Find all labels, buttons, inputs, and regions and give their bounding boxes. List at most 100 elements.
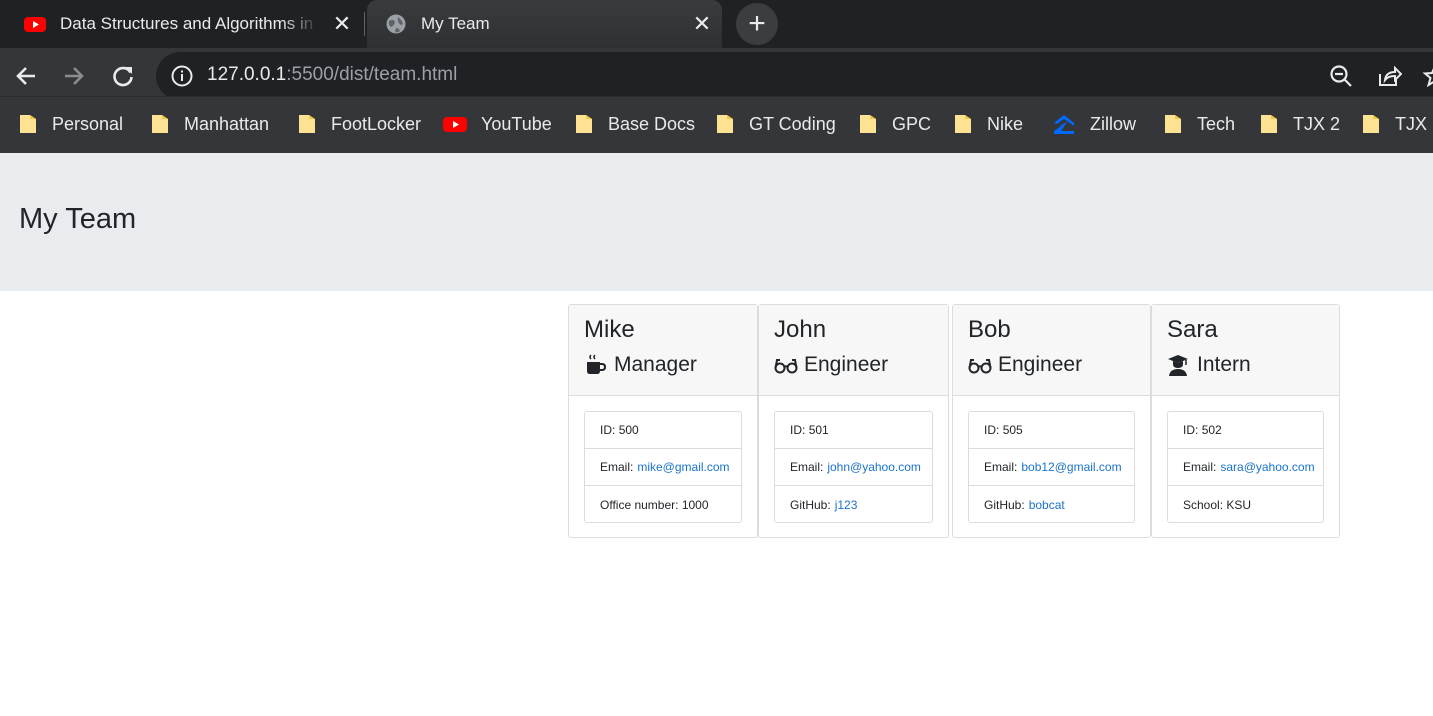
bookmark-label: Nike xyxy=(987,113,1024,134)
id-label: ID: xyxy=(790,423,806,437)
employee-github: GitHub: j123 xyxy=(775,486,932,523)
bookmark-label: TJX 2 xyxy=(1293,113,1341,134)
folder-icon xyxy=(20,115,36,133)
bookmark-star-icon[interactable] xyxy=(1422,63,1433,89)
url-host: 127.0.0.1 xyxy=(207,64,287,85)
bookmark-base-docs[interactable]: Base Docs xyxy=(574,110,695,138)
employee-id: ID: 501 xyxy=(775,412,932,449)
youtube-icon xyxy=(443,117,467,132)
back-button[interactable] xyxy=(12,62,40,90)
tab-title: Data Structures and Algorithms in xyxy=(60,14,314,33)
bookmark-tjx-2[interactable]: TJX 2 xyxy=(1259,110,1340,138)
card-header: Sara Intern xyxy=(1152,305,1339,396)
email-label: Email: xyxy=(600,460,634,474)
reload-button[interactable] xyxy=(109,62,137,90)
info-icon[interactable] xyxy=(170,64,194,88)
tab-separator xyxy=(364,12,365,36)
folder-icon xyxy=(1165,115,1181,133)
employee-card: Sara Intern ID: 502 Email: sara@yahoo.com… xyxy=(1151,304,1340,538)
new-tab-button[interactable]: + xyxy=(736,3,778,45)
office-value: 1000 xyxy=(681,497,709,512)
id-label: ID: xyxy=(1183,423,1199,437)
bookmark-gt-coding[interactable]: GT Coding xyxy=(715,110,836,138)
folder-icon xyxy=(717,115,733,133)
employee-email: Email: mike@gmail.com xyxy=(585,449,741,486)
page-title: My Team xyxy=(19,203,137,235)
share-icon[interactable] xyxy=(1376,63,1402,89)
zillow-icon xyxy=(1054,115,1074,134)
email-link[interactable]: john@yahoo.com xyxy=(827,460,921,474)
github-label: GitHub: xyxy=(790,497,831,512)
bookmark-label: FootLocker xyxy=(331,113,422,134)
employee-details: ID: 500 Email: mike@gmail.com Office numb… xyxy=(584,411,742,523)
coffee-mug-icon xyxy=(587,354,607,374)
bookmark-label: Tech xyxy=(1197,113,1236,134)
card-header: Bob Engineer xyxy=(953,305,1150,396)
tab-my-team[interactable]: My Team ✕ xyxy=(367,0,722,48)
role-label: Manager xyxy=(614,353,697,376)
github-link[interactable]: bobcat xyxy=(1029,498,1065,512)
card-header: John Engineer xyxy=(759,305,948,396)
employee-email: Email: john@yahoo.com xyxy=(775,449,932,486)
id-value: 500 xyxy=(618,423,639,437)
bookmark-youtube[interactable]: YouTube xyxy=(443,110,552,138)
employee-details: ID: 502 Email: sara@yahoo.com School: KSU xyxy=(1167,411,1324,523)
github-link[interactable]: j123 xyxy=(835,498,858,512)
bookmark-tech[interactable]: Tech xyxy=(1163,110,1235,138)
employee-card: Mike Manager ID: 500 Email: mike@gmail.co… xyxy=(568,304,758,538)
employee-school: School: KSU xyxy=(1168,486,1323,523)
folder-icon xyxy=(299,115,315,133)
bookmark-label: GT Coding xyxy=(749,113,836,134)
email-label: Email: xyxy=(1183,460,1217,474)
bookmark-footlocker[interactable]: FootLocker xyxy=(297,110,421,138)
back-arrow-icon xyxy=(16,67,35,85)
email-link[interactable]: mike@gmail.com xyxy=(637,460,729,474)
bookmark-gpc[interactable]: GPC xyxy=(858,110,931,138)
bookmark-label: Zillow xyxy=(1090,113,1137,134)
employee-name: John xyxy=(774,316,827,343)
bookmark-label: Base Docs xyxy=(608,113,696,134)
id-label: ID: xyxy=(600,423,616,437)
employee-office: Office number: 1000 xyxy=(585,486,741,523)
bookmark-personal[interactable]: Personal xyxy=(18,110,123,138)
school-label: School: xyxy=(1183,497,1224,512)
bookmark-tjx[interactable]: TJX xyxy=(1361,110,1427,138)
employee-role: Engineer xyxy=(774,353,888,377)
bookmark-zillow[interactable]: Zillow xyxy=(1052,110,1136,138)
graduate-icon xyxy=(1168,355,1188,376)
bookmark-label: TJX xyxy=(1395,113,1428,134)
email-link[interactable]: sara@yahoo.com xyxy=(1220,460,1314,474)
office-label: Office number: xyxy=(600,497,679,512)
id-value: 502 xyxy=(1201,423,1222,437)
page-header xyxy=(0,153,1433,291)
forward-button[interactable] xyxy=(60,62,88,90)
glasses-icon xyxy=(968,359,992,374)
close-tab-icon[interactable]: ✕ xyxy=(332,11,352,36)
github-label: GitHub: xyxy=(984,497,1025,512)
bookmark-nike[interactable]: Nike xyxy=(953,110,1023,138)
folder-icon xyxy=(860,115,876,133)
bookmark-label: GPC xyxy=(892,113,932,134)
bookmark-manhattan[interactable]: Manhattan xyxy=(150,110,269,138)
role-label: Engineer xyxy=(804,353,889,376)
email-link[interactable]: bob12@gmail.com xyxy=(1021,460,1121,474)
reload-icon xyxy=(113,66,133,87)
tab-data-structures[interactable]: Data Structures and Algorithms in ✕ xyxy=(0,0,362,48)
url-path: :5500/dist/team.html xyxy=(286,64,458,85)
id-value: 501 xyxy=(808,423,829,437)
employee-name: Sara xyxy=(1167,316,1218,343)
email-label: Email: xyxy=(984,460,1018,474)
glasses-icon xyxy=(774,359,798,374)
url-text[interactable]: 127.0.0.1:5500/dist/team.html xyxy=(207,64,457,86)
bookmarks-bar: Personal Manhattan FootLocker YouTube Ba… xyxy=(0,96,1433,153)
card-header: Mike Manager xyxy=(569,305,757,396)
close-tab-icon[interactable]: ✕ xyxy=(692,11,712,36)
employee-role: Engineer xyxy=(968,353,1082,377)
employee-email: Email: bob12@gmail.com xyxy=(969,449,1134,486)
employee-id: ID: 502 xyxy=(1168,412,1323,449)
folder-icon xyxy=(1363,115,1379,133)
folder-icon xyxy=(1261,115,1277,133)
folder-icon xyxy=(152,115,168,133)
zoom-out-icon[interactable] xyxy=(1328,63,1354,89)
folder-icon xyxy=(955,115,971,133)
